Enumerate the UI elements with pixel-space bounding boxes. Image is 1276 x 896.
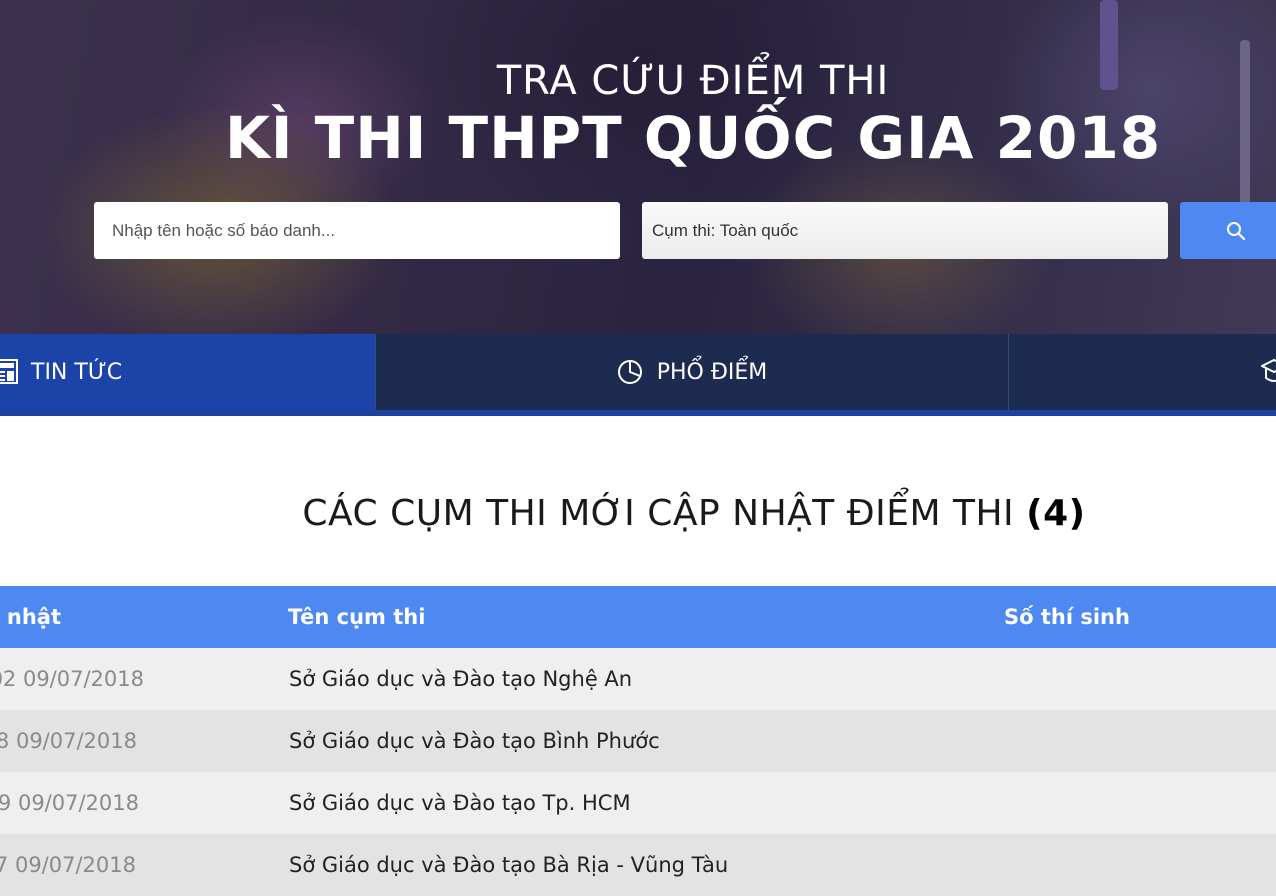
- row-cluster-name: Sở Giáo dục và Đào tạo Bình Phước: [289, 729, 660, 753]
- cluster-select[interactable]: Cụm thi: Toàn quốc: [642, 202, 1168, 259]
- search-icon: [1227, 221, 1246, 240]
- row-update-time: 8 09/07/2018: [0, 729, 137, 753]
- row-cluster-name: Sở Giáo dục và Đào tạo Nghệ An: [289, 667, 633, 691]
- section-title-text: CÁC CỤM THI MỚI CẬP NHẬT ĐIỂM THI: [302, 493, 1015, 534]
- table-row[interactable]: 7 09/07/2018 Sở Giáo dục và Đào tạo Bà R…: [0, 834, 1276, 896]
- row-update-time: 7 09/07/2018: [0, 853, 136, 877]
- tab-score-label: PHỔ ĐIỂM: [656, 359, 768, 385]
- pie-chart-icon: [617, 360, 642, 384]
- row-update-time: 02 09/07/2018: [0, 667, 144, 691]
- hero-subtitle: TRA CỨU ĐIỂM THI: [496, 58, 890, 104]
- news-icon: [0, 359, 18, 384]
- column-header-candidates: Số thí sinh: [1004, 605, 1130, 629]
- nav-underline: [0, 410, 1276, 416]
- table-row[interactable]: 9 09/07/2018 Sở Giáo dục và Đào tạo Tp. …: [0, 772, 1276, 834]
- column-header-updated: o nhật: [0, 605, 61, 629]
- row-cluster-name: Sở Giáo dục và Đào tạo Tp. HCM: [289, 791, 631, 815]
- graduation-cap-icon: [1261, 358, 1276, 382]
- row-update-time: 9 09/07/2018: [0, 791, 139, 815]
- table-row[interactable]: 8 09/07/2018 Sở Giáo dục và Đào tạo Bình…: [0, 710, 1276, 772]
- tab-news-label: TIN TỨC: [31, 359, 123, 385]
- tab-graduation[interactable]: [1009, 334, 1276, 410]
- column-header-cluster-name: Tên cụm thi: [288, 605, 426, 629]
- main-nav: TIN TỨC PHỔ ĐIỂM: [0, 334, 1276, 416]
- table-header: o nhật Tên cụm thi Số thí sinh: [0, 586, 1276, 648]
- row-cluster-name: Sở Giáo dục và Đào tạo Bà Rịa - Vũng Tàu: [289, 853, 729, 877]
- search-placeholder: Nhập tên hoặc số báo danh...: [112, 220, 336, 240]
- section-title: CÁC CỤM THI MỚI CẬP NHẬT ĐIỂM THI (4): [0, 493, 1276, 534]
- hero-title: KÌ THI THPT QUỐC GIA 2018: [224, 104, 1162, 172]
- hero-banner: TRA CỨU ĐIỂM THI KÌ THI THPT QUỐC GIA 20…: [0, 0, 1276, 334]
- cluster-select-value: Cụm thi: Toàn quốc: [652, 220, 799, 240]
- search-button[interactable]: [1180, 202, 1276, 259]
- results-table: o nhật Tên cụm thi Số thí sinh 02 09/07/…: [0, 586, 1276, 896]
- section-count: (4): [1026, 493, 1086, 534]
- table-row[interactable]: 02 09/07/2018 Sở Giáo dục và Đào tạo Ngh…: [0, 648, 1276, 710]
- tab-news[interactable]: TIN TỨC: [0, 334, 375, 410]
- tab-score-distribution[interactable]: PHỔ ĐIỂM: [376, 334, 1008, 410]
- search-input[interactable]: Nhập tên hoặc số báo danh...: [94, 202, 620, 259]
